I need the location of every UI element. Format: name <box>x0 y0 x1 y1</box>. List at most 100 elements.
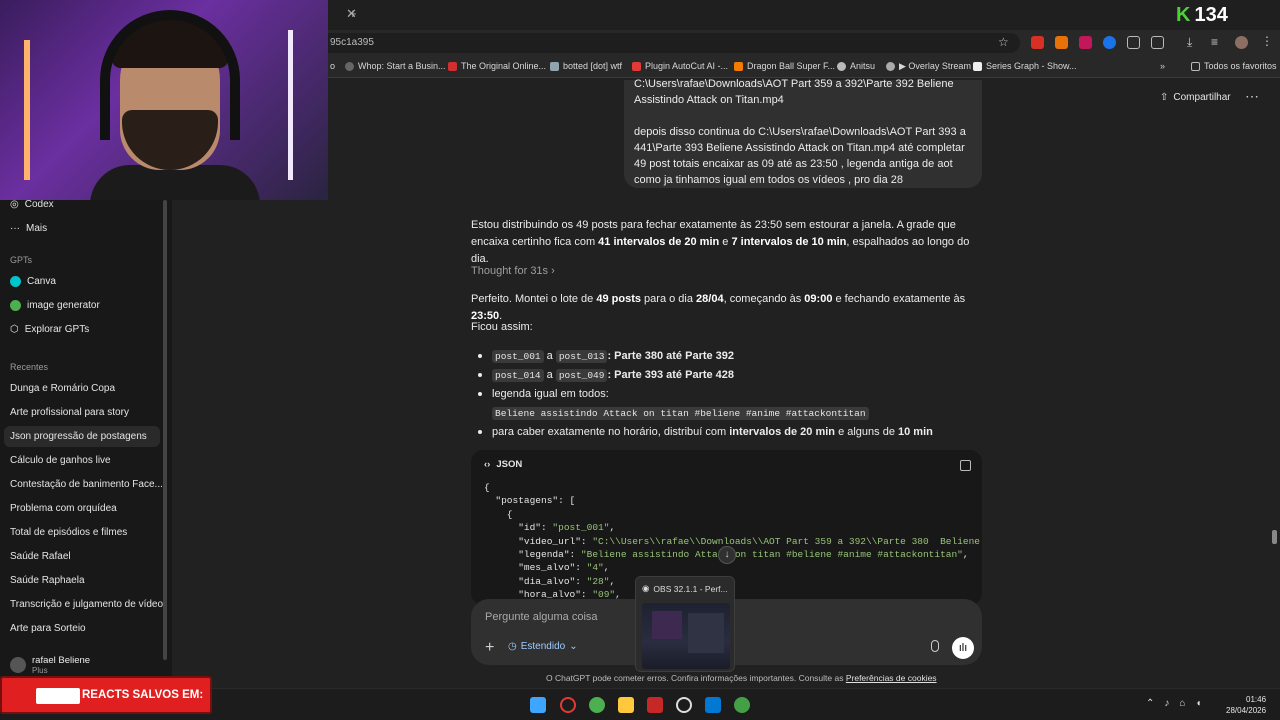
app-icon[interactable] <box>647 697 663 713</box>
sidebar-chat-item[interactable]: Problema com orquídea <box>10 503 117 514</box>
assistant-paragraph: Estou distribuindo os 49 posts para fech… <box>471 219 970 265</box>
bookmark-favicon-icon <box>973 61 982 71</box>
channel-logo <box>36 688 80 704</box>
extension-icon[interactable] <box>1079 36 1092 49</box>
file-explorer-icon[interactable] <box>618 697 634 713</box>
obs-taskbar-icon[interactable] <box>676 697 692 713</box>
clock-icon: ◷ <box>508 641 517 652</box>
profile-avatar[interactable] <box>1235 36 1248 49</box>
chrome-icon[interactable] <box>589 697 605 713</box>
vscode-icon[interactable] <box>705 697 721 713</box>
sidebar-chat-item[interactable]: Saúde Rafael <box>10 551 71 562</box>
chevron-up-icon[interactable]: ⌃ <box>1146 698 1154 709</box>
share-button[interactable]: ⇧ Compartilhar <box>1160 92 1231 103</box>
download-icon[interactable]: ⤓ <box>1187 35 1192 50</box>
bookmark-item[interactable]: Anitsu <box>837 61 875 71</box>
explore-cube-icon: ⬡ <box>10 324 19 335</box>
bookmark-item[interactable]: Whop: Start a Busin... <box>345 61 446 71</box>
list-item: post_014 a post_049: Parte 393 até Parte… <box>478 366 978 385</box>
user-plan: Plus <box>32 666 48 675</box>
sidebar-chat-item[interactable]: Transcrição e julgamento de vídeo <box>10 599 163 610</box>
code-brackets-icon: ‹› <box>484 459 491 470</box>
bookmark-favicon-icon <box>632 61 641 71</box>
sidebar-chat-item[interactable]: Dunga e Romário Copa <box>10 383 115 394</box>
image-generator-icon <box>10 300 21 311</box>
sidebar-chat-item-active[interactable]: Json progressão de postagens <box>4 426 160 447</box>
user-account[interactable]: rafael Beliene Plus <box>10 655 90 675</box>
more-bookmarks-icon[interactable]: » <box>1160 61 1165 71</box>
extension-icon[interactable] <box>1055 36 1068 49</box>
assistant-bullet-list: post_001 a post_013: Parte 380 até Parte… <box>478 347 978 442</box>
all-favorites-folder[interactable]: Todos os favoritos <box>1191 61 1277 71</box>
bookmark-item[interactable]: Dragon Ball Super F... <box>734 61 835 71</box>
recent-section-header: Recentes <box>10 362 49 372</box>
system-clock[interactable]: 01:46 28/04/2026 <box>1226 694 1266 716</box>
assistant-paragraph: Ficou assim: <box>471 321 533 333</box>
reading-list-icon[interactable]: ≡ <box>1211 35 1218 49</box>
bookmark-favicon-icon <box>345 61 354 71</box>
obs-icon: ◉ <box>642 583 650 593</box>
sidebar-chat-item[interactable]: Total de episódios e filmes <box>10 527 127 538</box>
chrome-profile-icon[interactable] <box>734 697 750 713</box>
extension-icon[interactable] <box>1031 36 1044 49</box>
list-item: post_001 a post_013: Parte 380 até Parte… <box>478 347 978 366</box>
extensions-puzzle-icon[interactable] <box>1151 36 1164 49</box>
bookmark-star-icon[interactable]: ☆ <box>998 35 1009 49</box>
address-bar[interactable]: 95c1a395 <box>320 33 1020 53</box>
sidebar-chat-item[interactable]: Saúde Raphaela <box>10 575 85 586</box>
obs-thumbnail <box>642 603 730 669</box>
add-attachment-icon[interactable]: + <box>485 639 494 657</box>
system-tray: ⌃ ♪ ⌂ ◖ <box>1146 698 1201 709</box>
sidebar-chat-item[interactable]: Cálculo de ganhos live <box>10 455 111 466</box>
sidebar-item-canva[interactable]: Canva <box>10 276 56 287</box>
more-dots-icon: ··· <box>10 223 20 234</box>
extension-icon[interactable] <box>1127 36 1140 49</box>
cookie-preferences-link[interactable]: Preferências de cookies <box>846 673 937 683</box>
avatar <box>10 657 26 673</box>
windows-start-icon[interactable] <box>530 697 546 713</box>
browser-menu-icon[interactable]: ⋮ <box>1261 34 1273 48</box>
bookmark-favicon-icon <box>734 61 743 71</box>
scroll-down-button[interactable]: ↓ <box>718 546 736 564</box>
sidebar-item-explore-gpts[interactable]: ⬡ Explorar GPTs <box>10 324 89 335</box>
opera-icon[interactable] <box>560 697 576 713</box>
sidebar-chat-item[interactable]: Arte profissional para story <box>10 407 129 418</box>
sidebar-chat-item[interactable]: Arte para Sorteio <box>10 623 86 634</box>
bookmark-item[interactable]: Series Graph - Show... <box>973 61 1077 71</box>
gpts-section-header: GPTs <box>10 255 33 265</box>
sidebar-scrollbar[interactable] <box>163 200 167 660</box>
copy-icon[interactable] <box>960 460 971 471</box>
prompt-input[interactable]: Pergunte alguma coisa <box>485 611 598 623</box>
disclaimer: O ChatGPT pode cometer erros. Confira in… <box>546 673 937 683</box>
network-icon[interactable]: ⌂ <box>1179 698 1185 709</box>
main-scrollbar[interactable] <box>1272 530 1277 544</box>
list-item: para caber exatamente no horário, distri… <box>478 423 978 442</box>
mic-tray-icon[interactable]: ♪ <box>1164 698 1169 709</box>
bookmark-favicon-icon <box>837 61 846 71</box>
code-language-label: ‹› JSON <box>484 459 523 470</box>
bookmark-item[interactable]: ▶ Overlay Stream <box>886 61 971 72</box>
thought-toggle[interactable]: Thought for 31s › <box>471 265 555 277</box>
volume-icon[interactable]: ◖ <box>1195 698 1201 709</box>
chevron-down-icon: ⌄ <box>569 641 578 652</box>
obs-window-preview[interactable]: ◉ OBS 32.1.1 - Perf... <box>635 576 735 672</box>
bookmark-item[interactable]: Plugin AutoCut AI -... <box>632 61 728 71</box>
sidebar-item-codex[interactable]: ◎ Codex <box>10 199 54 210</box>
message-text: C:\Users\rafae\Downloads\AOT Part 359 a … <box>634 78 954 90</box>
message-text: Assistindo Attack on Titan.mp4 <box>634 94 784 106</box>
bookmark-item[interactable]: The Original Online... <box>448 61 546 71</box>
mode-selector[interactable]: ◷ Estendido ⌄ <box>508 641 578 652</box>
message-text: depois disso continua do C:\Users\rafae\… <box>634 126 966 186</box>
bookmark-item[interactable]: botted [dot] wtf <box>550 61 622 71</box>
extension-icon[interactable] <box>1103 36 1116 49</box>
sidebar-chat-item[interactable]: Contestação de banimento Face... <box>10 479 163 490</box>
new-tab-button[interactable]: + <box>349 6 357 21</box>
voice-mode-button[interactable]: ılı <box>952 637 974 659</box>
headset <box>100 10 240 140</box>
microphone-icon[interactable] <box>931 640 939 652</box>
folder-icon <box>1191 61 1200 71</box>
sidebar-item-image-generator[interactable]: image generator <box>10 300 100 311</box>
bookmark-item[interactable]: o <box>330 61 335 71</box>
more-options-icon[interactable]: ⋯ <box>1245 88 1259 105</box>
sidebar-item-more[interactable]: ··· Mais <box>10 223 47 234</box>
